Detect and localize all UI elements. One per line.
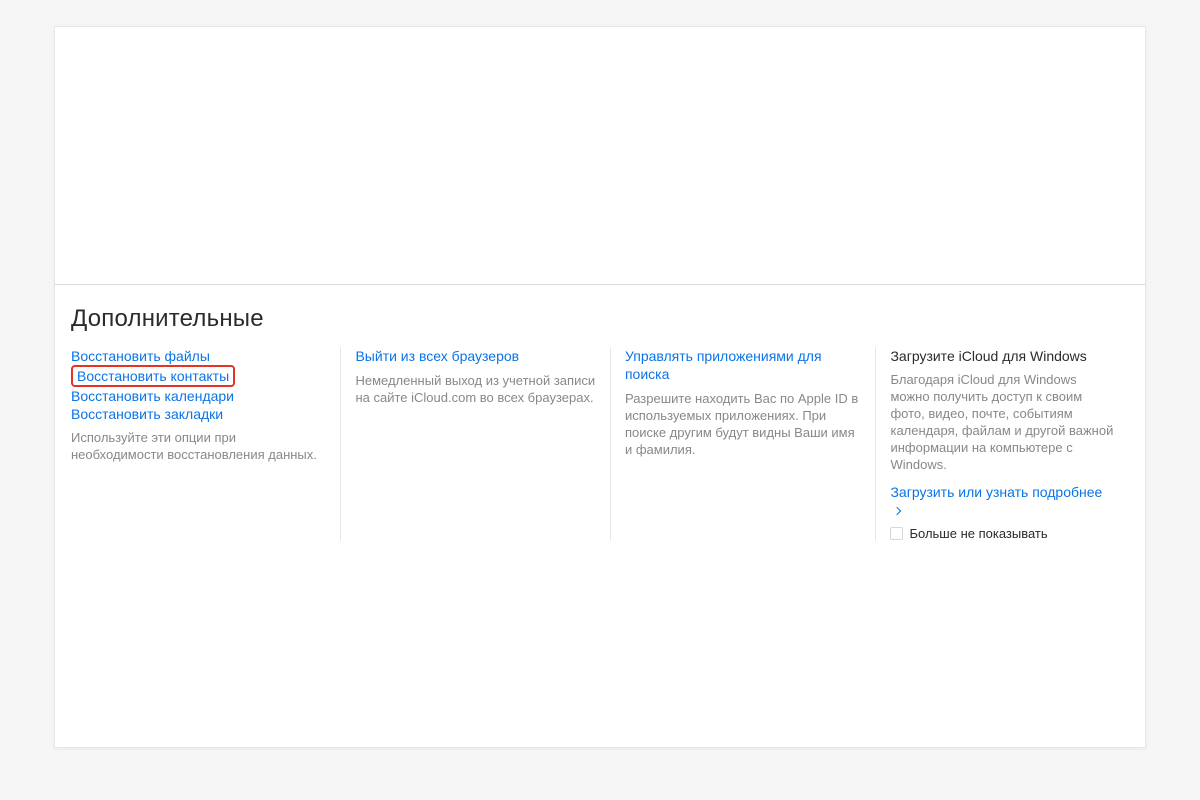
download-learn-more-label: Загрузить или узнать подробнее [890, 484, 1102, 500]
settings-card: Дополнительные Восстановить файлы Восста… [54, 26, 1146, 748]
manage-lookup-apps-link[interactable]: Управлять приложениями для поиска [625, 347, 862, 383]
restore-contacts-link[interactable]: Восстановить контакты [77, 367, 229, 385]
restore-files-link[interactable]: Восстановить файлы [71, 347, 326, 365]
icloud-windows-description: Благодаря iCloud для Windows можно получ… [890, 371, 1115, 473]
signout-all-browsers-link[interactable]: Выйти из всех браузеров [355, 347, 519, 365]
chevron-right-icon [893, 507, 901, 515]
upper-empty-area [55, 27, 1145, 285]
restore-bookmarks-link[interactable]: Восстановить закладки [71, 405, 326, 423]
restore-column: Восстановить файлы Восстановить контакты… [71, 347, 340, 541]
dont-show-checkbox[interactable] [890, 527, 903, 540]
signout-description: Немедленный выход из учетной записи на с… [355, 372, 596, 406]
icloud-windows-title: Загрузите iCloud для Windows [890, 347, 1115, 365]
section-title: Дополнительные [71, 305, 1129, 333]
restore-link-list: Восстановить файлы Восстановить контакты… [71, 347, 326, 423]
learn-more-row: Загрузить или узнать подробнее [890, 483, 1115, 520]
dont-show-row[interactable]: Больше не показывать [890, 526, 1115, 541]
download-learn-more-link[interactable]: Загрузить или узнать подробнее [890, 483, 1115, 519]
restore-calendars-link[interactable]: Восстановить календари [71, 387, 326, 405]
dont-show-label: Больше не показывать [909, 526, 1047, 541]
section-columns: Восстановить файлы Восстановить контакты… [71, 347, 1129, 541]
signout-column: Выйти из всех браузеров Немедленный выхо… [340, 347, 610, 541]
highlight-annotation: Восстановить контакты [71, 365, 235, 387]
icloud-windows-column: Загрузите iCloud для Windows Благодаря i… [875, 347, 1129, 541]
lookup-column: Управлять приложениями для поиска Разреш… [610, 347, 876, 541]
lookup-description: Разрешите находить Вас по Apple ID в исп… [625, 390, 862, 458]
restore-description: Используйте эти опции при необходимости … [71, 429, 326, 463]
advanced-section: Дополнительные Восстановить файлы Восста… [55, 285, 1145, 565]
